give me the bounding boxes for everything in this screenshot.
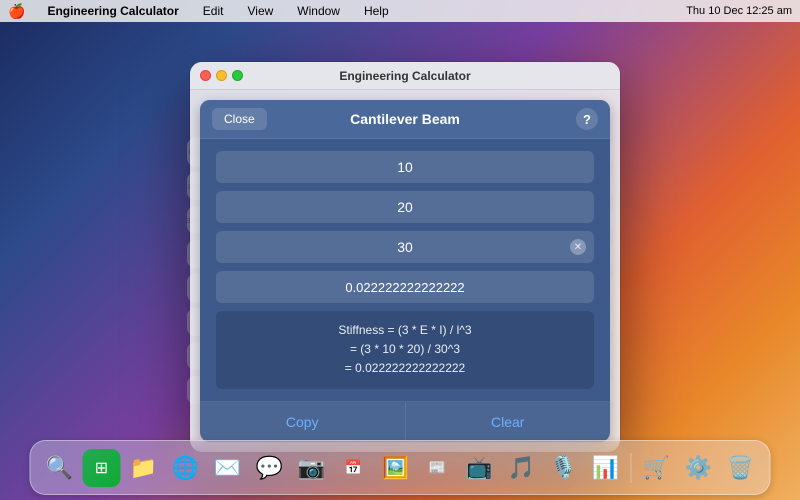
dock-safari[interactable]: 🌐 bbox=[167, 449, 205, 487]
input-clear-button[interactable]: ✕ bbox=[570, 239, 586, 255]
dock-numbers[interactable]: 📊 bbox=[587, 449, 625, 487]
dialog-body: ✕ 0.022222222222222 Stiffness = (3 * E *… bbox=[200, 139, 610, 401]
dock-settings[interactable]: ⚙️ bbox=[680, 449, 718, 487]
result-field: 0.022222222222222 bbox=[216, 271, 594, 303]
menu-window[interactable]: Window bbox=[291, 2, 346, 20]
dock-finder[interactable]: 🔍 bbox=[41, 449, 79, 487]
modal-window: Engineering Calculator Close Cantilever … bbox=[190, 62, 620, 452]
dock-appstore[interactable]: 🛒 bbox=[638, 449, 676, 487]
desktop: 🍎 Engineering Calculator Edit View Windo… bbox=[0, 0, 800, 500]
formula-line-3: = 0.022222222222222 bbox=[232, 359, 578, 378]
minimize-traffic-light[interactable] bbox=[216, 70, 227, 81]
menu-help[interactable]: Help bbox=[358, 2, 395, 20]
input-2[interactable] bbox=[228, 199, 582, 215]
input-field-3[interactable]: ✕ bbox=[216, 231, 594, 263]
dock-tv[interactable]: 📺 bbox=[461, 449, 499, 487]
dock-calendar[interactable]: 📅 bbox=[335, 449, 373, 487]
input-field-2[interactable] bbox=[216, 191, 594, 223]
dialog: Close Cantilever Beam ? ✕ bbox=[200, 100, 610, 442]
input-3[interactable] bbox=[228, 239, 582, 255]
menu-bar-left: 🍎 Engineering Calculator Edit View Windo… bbox=[8, 2, 395, 20]
dialog-title: Cantilever Beam bbox=[350, 111, 460, 127]
formula-box: Stiffness = (3 * E * I) / l^3 = (3 * 10 … bbox=[216, 311, 594, 389]
clear-button[interactable]: Clear bbox=[406, 402, 611, 442]
fullscreen-traffic-light[interactable] bbox=[232, 70, 243, 81]
apple-menu[interactable]: 🍎 bbox=[8, 3, 25, 20]
dock-news[interactable]: 📰 bbox=[419, 449, 457, 487]
result-value: 0.022222222222222 bbox=[228, 280, 582, 295]
input-1[interactable] bbox=[228, 159, 582, 175]
menu-edit[interactable]: Edit bbox=[197, 2, 230, 20]
dock-messages[interactable]: 💬 bbox=[251, 449, 289, 487]
dock-music[interactable]: 🎵 bbox=[503, 449, 541, 487]
formula-line-2: = (3 * 10 * 20) / 30^3 bbox=[232, 340, 578, 359]
close-button[interactable]: Close bbox=[212, 108, 267, 130]
menu-clock: Thu 10 Dec 12:25 am bbox=[686, 5, 792, 17]
dock-podcasts[interactable]: 🎙️ bbox=[545, 449, 583, 487]
dock-facetime[interactable]: 📷 bbox=[293, 449, 331, 487]
dock-files[interactable]: 📁 bbox=[125, 449, 163, 487]
formula-line-1: Stiffness = (3 * E * I) / l^3 bbox=[232, 321, 578, 340]
window-title-bar: Engineering Calculator bbox=[190, 62, 620, 90]
menu-bar: 🍎 Engineering Calculator Edit View Windo… bbox=[0, 0, 800, 22]
close-traffic-light[interactable] bbox=[200, 70, 211, 81]
menu-view[interactable]: View bbox=[241, 2, 279, 20]
dialog-footer: Copy Clear bbox=[200, 401, 610, 442]
dock-launchpad[interactable]: ⊞ bbox=[83, 449, 121, 487]
help-button[interactable]: ? bbox=[576, 108, 598, 130]
dialog-header: Close Cantilever Beam ? bbox=[200, 100, 610, 139]
dock: 🔍 ⊞ 📁 🌐 ✉️ 💬 📷 📅 🖼️ 📰 📺 🎵 🎙️ 📊 🛒 ⚙️ 🗑️ bbox=[30, 440, 771, 495]
input-field-1[interactable] bbox=[216, 151, 594, 183]
copy-button[interactable]: Copy bbox=[200, 402, 406, 442]
app-name[interactable]: Engineering Calculator bbox=[41, 2, 184, 20]
dock-separator bbox=[631, 453, 632, 483]
traffic-lights bbox=[200, 70, 243, 81]
window-title: Engineering Calculator bbox=[339, 69, 470, 83]
dock-photos[interactable]: 🖼️ bbox=[377, 449, 415, 487]
menu-bar-right: Thu 10 Dec 12:25 am bbox=[686, 5, 792, 17]
dock-trash[interactable]: 🗑️ bbox=[722, 449, 760, 487]
dock-mail[interactable]: ✉️ bbox=[209, 449, 247, 487]
